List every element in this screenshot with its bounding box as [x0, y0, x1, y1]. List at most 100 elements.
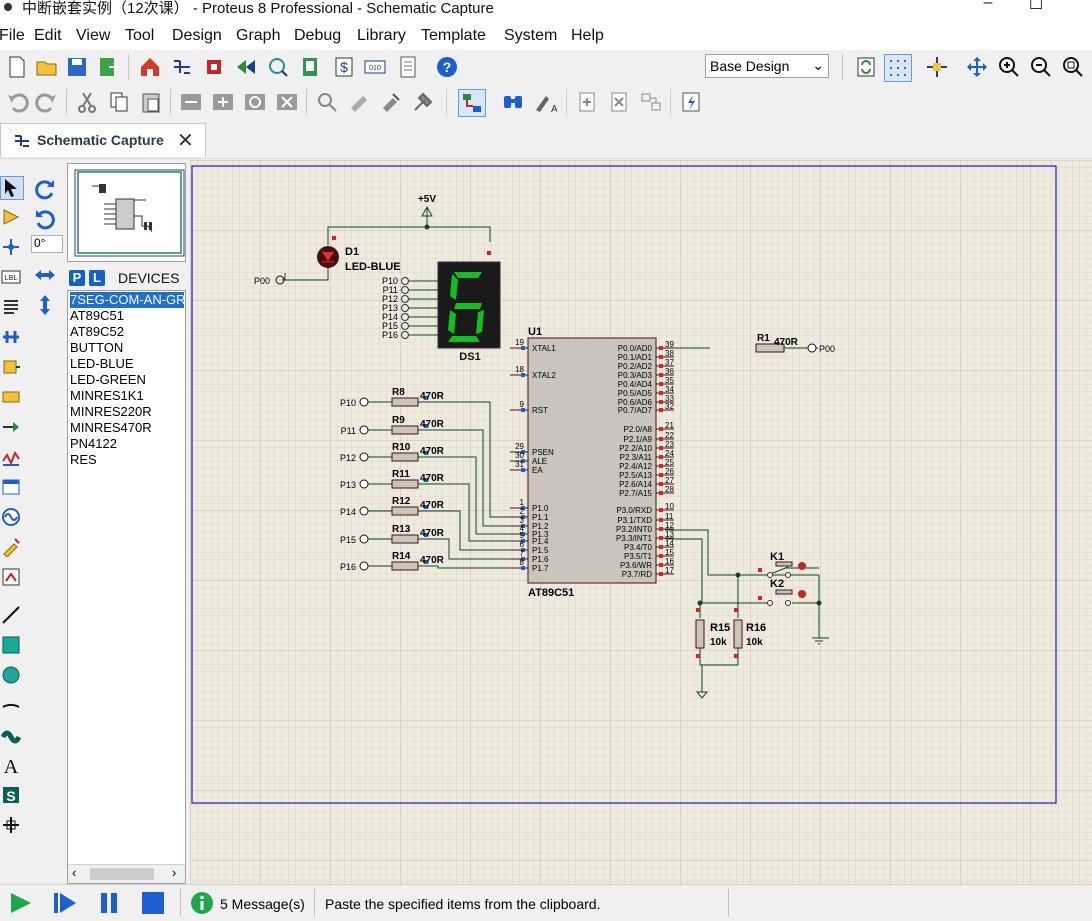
zoom-out-icon[interactable] — [1028, 54, 1054, 80]
pause-icon[interactable] — [96, 891, 122, 915]
menu-debug[interactable]: Debug — [294, 27, 341, 45]
scrollbar-thumb[interactable] — [90, 868, 154, 880]
selection-mode-icon[interactable] — [0, 176, 24, 200]
menu-file[interactable]: File — [0, 27, 25, 45]
menu-template[interactable]: Template — [421, 27, 486, 45]
menu-help[interactable]: Help — [571, 27, 604, 45]
menu-design[interactable]: Design — [172, 27, 222, 45]
device-item[interactable]: AT89C52 — [70, 324, 184, 340]
voltage-probe-mode-icon[interactable] — [0, 536, 22, 558]
electrical-check-icon[interactable] — [678, 89, 704, 115]
mirror-vertical-icon[interactable] — [32, 292, 58, 318]
save-icon[interactable] — [64, 54, 90, 80]
help-icon[interactable]: ? — [434, 54, 460, 80]
schematic-icon[interactable] — [169, 54, 195, 80]
redo-icon[interactable] — [34, 89, 60, 115]
copy-icon[interactable] — [106, 89, 132, 115]
origin-icon[interactable] — [924, 54, 950, 80]
new-file-icon[interactable] — [4, 54, 30, 80]
arc-mode-icon[interactable] — [0, 694, 22, 716]
text-script-mode-icon[interactable] — [0, 296, 22, 318]
block-move-icon[interactable] — [210, 89, 236, 115]
symbol-mode-icon[interactable]: S — [0, 784, 22, 806]
overview-window[interactable] — [67, 163, 186, 262]
open-folder-icon[interactable] — [34, 54, 60, 80]
virtual-instruments-mode-icon[interactable] — [0, 566, 22, 588]
terminals-mode-icon[interactable] — [0, 386, 22, 408]
line-mode-icon[interactable] — [0, 604, 22, 626]
pcb-icon[interactable] — [201, 54, 227, 80]
block-rotate-icon[interactable] — [242, 89, 268, 115]
make-device-icon[interactable] — [346, 89, 372, 115]
paste-icon[interactable] — [138, 89, 164, 115]
wire-label-mode-icon[interactable]: LBL — [0, 266, 22, 288]
menu-graph[interactable]: Graph — [236, 27, 280, 45]
scroll-right-icon[interactable]: › — [172, 865, 176, 880]
device-item[interactable]: LED-GREEN — [70, 372, 184, 388]
zoom-child-icon[interactable] — [638, 89, 664, 115]
menu-library[interactable]: Library — [357, 27, 406, 45]
scroll-left-icon[interactable]: ‹ — [72, 865, 76, 880]
device-item[interactable]: PN4122 — [70, 436, 184, 452]
import-icon[interactable] — [96, 54, 122, 80]
menu-edit[interactable]: Edit — [34, 27, 62, 45]
menu-tool[interactable]: Tool — [125, 27, 154, 45]
home-icon[interactable] — [137, 54, 163, 80]
junction-mode-icon[interactable] — [0, 236, 22, 258]
device-item[interactable]: MINRES220R — [70, 404, 184, 420]
vsm-studio-icon[interactable]: 010 — [362, 54, 388, 80]
marker-mode-icon[interactable] — [0, 814, 22, 836]
notes-icon[interactable] — [395, 54, 421, 80]
3d-viewer-icon[interactable] — [233, 54, 259, 80]
block-delete-icon[interactable] — [274, 89, 300, 115]
pick-device-icon[interactable] — [314, 89, 340, 115]
menu-system[interactable]: System — [504, 27, 557, 45]
maximize-button[interactable]: ☐ — [1016, 0, 1056, 16]
undo-icon[interactable] — [4, 89, 30, 115]
bus-mode-icon[interactable] — [0, 326, 22, 348]
circle-mode-icon[interactable] — [0, 664, 22, 686]
rotate-clockwise-icon[interactable] — [32, 176, 58, 202]
play-icon[interactable] — [8, 891, 34, 915]
tape-recorder-mode-icon[interactable] — [0, 476, 22, 498]
schematic-canvas[interactable]: +5V D1 LED-BLUE P00 DS1 P10 P11 P12 P13 … — [190, 160, 1092, 884]
device-item[interactable]: 7SEG-COM-AN-GRN — [70, 292, 185, 308]
device-item[interactable]: LED-BLUE — [70, 356, 184, 372]
generator-mode-icon[interactable] — [0, 506, 22, 528]
new-sheet-icon[interactable] — [574, 89, 600, 115]
design-select[interactable]: Base Design ⌄ — [705, 54, 829, 78]
device-item[interactable]: MINRES1K1 — [70, 388, 184, 404]
device-item[interactable]: RES — [70, 452, 184, 468]
graph-mode-icon[interactable] — [0, 446, 22, 468]
property-assign-icon[interactable]: A — [532, 89, 558, 115]
tab-schematic-capture[interactable]: Schematic Capture ✕ — [0, 123, 206, 157]
text-mode-icon[interactable]: A — [0, 754, 22, 776]
component-mode-icon[interactable] — [0, 206, 22, 228]
device-item[interactable]: BUTTON — [70, 340, 184, 356]
menu-view[interactable]: View — [76, 27, 110, 45]
package-tool-icon[interactable] — [378, 89, 404, 115]
zoom-in-icon[interactable] — [996, 54, 1022, 80]
search-icon[interactable] — [500, 89, 526, 115]
grid-icon[interactable] — [884, 54, 912, 82]
path-mode-icon[interactable] — [0, 724, 22, 746]
minimize-button[interactable]: – — [968, 0, 1008, 16]
devices-horizontal-scrollbar[interactable]: ‹ › — [68, 864, 185, 883]
bom-icon[interactable] — [297, 54, 323, 80]
close-icon[interactable]: ✕ — [177, 128, 194, 153]
device-item[interactable]: MINRES470R — [70, 420, 184, 436]
message-count[interactable]: 5 Message(s) — [220, 896, 305, 912]
stop-icon[interactable] — [140, 891, 166, 915]
library-manager-button[interactable]: L — [89, 270, 105, 286]
box-mode-icon[interactable] — [0, 634, 22, 656]
microcontroller-u1[interactable]: U1 AT89C51 19XTAL118XTAL29RST29PSEN30ALE… — [510, 326, 674, 599]
cut-icon[interactable] — [74, 89, 100, 115]
block-copy-icon[interactable] — [178, 89, 204, 115]
gerber-icon[interactable] — [265, 54, 291, 80]
rotate-anticlockwise-icon[interactable] — [32, 206, 58, 232]
remove-sheet-icon[interactable] — [606, 89, 632, 115]
pick-devices-button[interactable]: P — [69, 270, 85, 286]
subcircuit-mode-icon[interactable] — [0, 356, 22, 378]
rotation-angle-field[interactable]: 0° — [31, 235, 63, 253]
step-icon[interactable] — [52, 891, 78, 915]
